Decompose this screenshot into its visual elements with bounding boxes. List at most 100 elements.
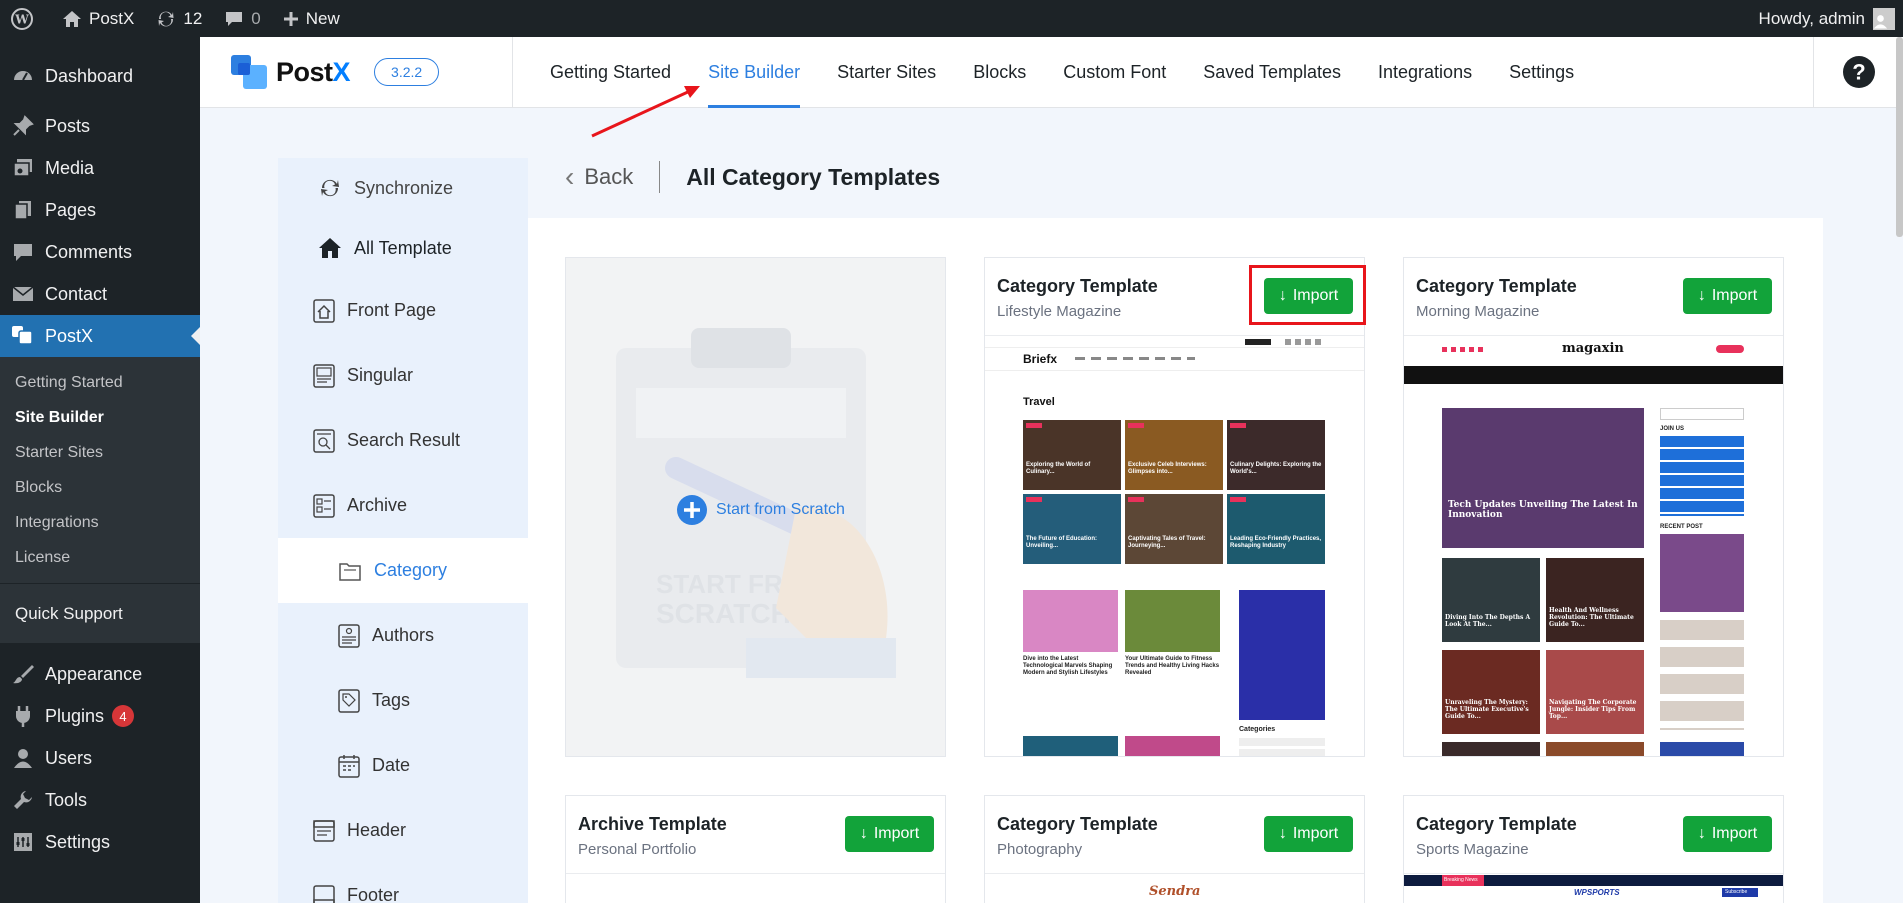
menu-dashboard[interactable]: Dashboard — [0, 55, 200, 97]
tab-saved-templates[interactable]: Saved Templates — [1203, 37, 1341, 107]
submenu-starter-sites[interactable]: Starter Sites — [0, 435, 200, 470]
comments-link[interactable]: 0 — [213, 0, 271, 37]
menu-label: Appearance — [45, 663, 143, 684]
template-category[interactable]: Category — [278, 538, 528, 603]
category-icon — [339, 562, 361, 581]
submenu-integrations[interactable]: Integrations — [0, 505, 200, 540]
tab-settings[interactable]: Settings — [1509, 37, 1574, 107]
tab-custom-font[interactable]: Custom Font — [1063, 37, 1166, 107]
arrow-down-icon: ↓ — [1697, 287, 1706, 304]
import-button[interactable]: ↓ Import — [1683, 816, 1772, 852]
header-icon — [313, 819, 335, 842]
version-badge: 3.2.2 — [374, 58, 440, 86]
template-card-sports: Category Template Sports Magazine ↓ Impor… — [1403, 795, 1784, 903]
template-label: Category — [374, 560, 448, 580]
back-button[interactable]: ‹ Back — [565, 161, 661, 193]
template-authors[interactable]: Authors — [278, 603, 528, 668]
page-scrollbar[interactable] — [1896, 37, 1903, 237]
menu-label: Posts — [45, 115, 91, 136]
sync-icon — [321, 179, 339, 197]
menu-label: Media — [45, 157, 95, 178]
postx-icon — [11, 324, 35, 348]
import-button[interactable]: ↓ Import — [1264, 816, 1353, 852]
preview-brand: Sendra — [1149, 884, 1201, 899]
site-name-link[interactable]: PostX — [51, 0, 145, 37]
users-icon — [11, 746, 35, 770]
settings-icon — [11, 830, 35, 854]
template-label: Footer — [347, 885, 400, 903]
template-tags[interactable]: Tags — [278, 668, 528, 733]
help-button[interactable]: ? — [1813, 37, 1903, 107]
import-button[interactable]: ↓ Import — [1683, 278, 1772, 314]
site-name: PostX — [89, 8, 135, 28]
template-footer[interactable]: Footer — [278, 863, 528, 903]
postx-logo-text: PostX — [276, 56, 351, 87]
tab-site-builder[interactable]: Site Builder — [708, 37, 801, 108]
template-card-photography: Category Template Photography ↓ Import Se… — [984, 795, 1365, 903]
card-header: Category Template Morning Magazine ↓ Impo… — [1404, 258, 1783, 336]
brush-icon — [11, 662, 35, 686]
template-singular[interactable]: Singular — [278, 343, 528, 408]
submenu-getting-started[interactable]: Getting Started — [0, 365, 200, 400]
all-template-link[interactable]: All Template — [278, 218, 528, 278]
template-label: Authors — [372, 625, 435, 645]
arrow-down-icon: ↓ — [1278, 825, 1287, 842]
menu-tools[interactable]: Tools — [0, 779, 200, 821]
new-label: New — [305, 8, 340, 28]
tab-integrations[interactable]: Integrations — [1378, 37, 1472, 107]
template-front-page[interactable]: Front Page — [278, 278, 528, 343]
help-icon: ? — [1842, 56, 1875, 88]
comment-icon — [11, 240, 35, 264]
arrow-down-icon: ↓ — [1697, 825, 1706, 842]
menu-postx[interactable]: PostX — [0, 315, 200, 357]
menu-comments[interactable]: Comments — [0, 231, 200, 273]
updates-link[interactable]: 12 — [145, 0, 213, 37]
wrench-icon — [11, 788, 35, 812]
menu-appearance[interactable]: Appearance — [0, 653, 200, 695]
new-content-link[interactable]: New — [272, 0, 351, 37]
tab-starter-sites[interactable]: Starter Sites — [837, 37, 936, 107]
template-search-result[interactable]: Search Result — [278, 408, 528, 473]
template-preview-lifestyle: Briefx Travel Exploring the World of Cul… — [985, 336, 1364, 756]
submenu-blocks[interactable]: Blocks — [0, 470, 200, 505]
menu-label: Dashboard — [45, 65, 134, 86]
plugins-update-badge: 4 — [112, 705, 135, 727]
singular-icon — [313, 363, 335, 388]
my-account-link[interactable]: Howdy, admin — [1748, 0, 1903, 37]
start-from-scratch-label: Start from Scratch — [716, 501, 845, 518]
sync-label: Synchronize — [354, 177, 454, 198]
start-from-scratch-link[interactable]: Start from Scratch — [676, 494, 845, 526]
preview-section: Travel — [1023, 396, 1055, 408]
search-result-icon — [313, 428, 335, 453]
updates-count: 12 — [183, 8, 203, 28]
wordpress-logo-icon[interactable]: W — [0, 0, 51, 37]
all-template-label: All Template — [354, 237, 452, 258]
menu-posts[interactable]: Posts — [0, 105, 200, 147]
svg-text:W: W — [14, 12, 29, 26]
footer-icon — [313, 884, 335, 903]
mail-icon — [11, 282, 35, 306]
home-icon — [63, 10, 81, 27]
preview-brand: magaxin — [1562, 341, 1624, 356]
template-sidebar: Synchronize All Template Front Page Sing… — [278, 158, 528, 903]
menu-plugins[interactable]: Plugins 4 — [0, 695, 200, 737]
svg-text:SCRATCH: SCRATCH — [656, 598, 791, 629]
submenu-license[interactable]: License — [0, 540, 200, 575]
import-button[interactable]: ↓ Import — [845, 816, 934, 852]
tab-getting-started[interactable]: Getting Started — [550, 37, 671, 107]
quick-support-link[interactable]: Quick Support — [0, 583, 200, 643]
menu-media[interactable]: Media — [0, 147, 200, 189]
menu-contact[interactable]: Contact — [0, 273, 200, 315]
menu-pages[interactable]: Pages — [0, 189, 200, 231]
template-date[interactable]: Date — [278, 733, 528, 798]
submenu-site-builder[interactable]: Site Builder — [0, 400, 200, 435]
template-header[interactable]: Header — [278, 798, 528, 863]
menu-users[interactable]: Users — [0, 737, 200, 779]
template-archive[interactable]: Archive — [278, 473, 528, 538]
card-header: Category Template Photography ↓ Import — [985, 796, 1364, 874]
start-from-scratch-card[interactable]: START FROM SCRATCH Start from Scratch — [565, 257, 946, 757]
menu-settings[interactable]: Settings — [0, 821, 200, 863]
template-label: Date — [372, 755, 411, 775]
tab-blocks[interactable]: Blocks — [973, 37, 1026, 107]
synchronize-button[interactable]: Synchronize — [278, 158, 528, 218]
